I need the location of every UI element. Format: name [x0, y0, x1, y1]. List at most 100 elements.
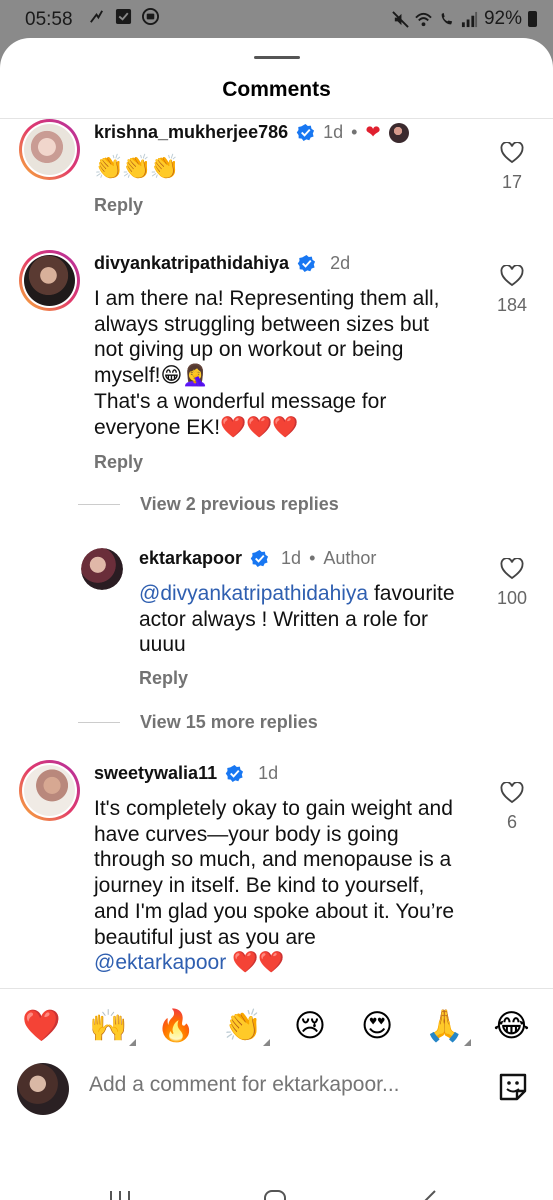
verified-badge-icon [225, 764, 244, 783]
emoji-pray[interactable]: 🙏 [421, 1010, 472, 1046]
username[interactable]: divyankatripathidahiya [94, 253, 289, 274]
reply-button[interactable]: Reply [139, 668, 188, 689]
verified-badge-icon [250, 549, 269, 568]
author-label: Author [323, 548, 377, 568]
comment-line: That's a wonderful message for [94, 389, 387, 413]
my-avatar [17, 1063, 69, 1115]
home-icon[interactable] [262, 1188, 288, 1200]
comment-item: sweetywalia11 1d It's completely okay to… [0, 760, 553, 989]
drag-handle[interactable] [254, 56, 300, 59]
comment-text: It's completely okay to gain weight and … [94, 796, 454, 976]
status-left-icons [88, 8, 159, 25]
back-icon[interactable] [420, 1188, 440, 1200]
comment-item: krishna_mukherjee786 1d • ❤ 👏👏👏 Reply 17 [0, 119, 553, 239]
quick-emoji-bar: ❤️ 🙌 🔥 👏 😢 😍 🙏 😂 [0, 988, 553, 1063]
system-nav-bar [0, 1168, 553, 1200]
wifi-call-icon [441, 12, 453, 24]
heart-outline-icon [500, 782, 524, 804]
like-button[interactable]: 17 [492, 142, 532, 193]
separator-dot: • [309, 548, 316, 568]
media-icon [142, 8, 159, 25]
avatar[interactable] [19, 119, 80, 180]
verified-badge-icon [297, 254, 316, 273]
like-count: 100 [496, 588, 528, 608]
comment-header: krishna_mukherjee786 1d • ❤ [94, 122, 409, 143]
comment-line: I am there na! Representing them all, [94, 287, 440, 310]
view-more-replies-label: View 15 more replies [140, 712, 318, 732]
reactor-avatar [388, 122, 409, 143]
comment-age: 1d [323, 122, 344, 142]
status-time: 05:58 [25, 9, 73, 30]
reply-item: ektarkapoor 1d • Author @divyankatripath… [0, 548, 553, 718]
divider-line [78, 722, 120, 723]
comment-input[interactable] [89, 1073, 469, 1097]
signal-icon [461, 11, 478, 27]
heart-outline-icon [500, 558, 524, 580]
username[interactable]: sweetywalia11 [94, 763, 217, 784]
comment-line: beautiful just as you are [94, 925, 316, 949]
reply-button[interactable]: Reply [94, 195, 143, 216]
comment-item: divyankatripathidahiya 2d I am there na!… [0, 250, 553, 490]
emoji-heart[interactable]: ❤️ [19, 1010, 65, 1042]
like-count: 184 [496, 295, 528, 315]
like-button[interactable]: 6 [492, 782, 532, 833]
comment-line: through so much, and menopause is a [94, 848, 452, 872]
emoji-laughing[interactable]: 😂 [488, 1010, 534, 1042]
comment-age: 2d [330, 253, 351, 273]
comment-list[interactable]: krishna_mukherjee786 1d • ❤ 👏👏👏 Reply 17… [0, 119, 553, 989]
reply-line: actor always ! Written a role for [139, 607, 429, 631]
reply-button[interactable]: Reply [94, 452, 143, 473]
reaction-heart: ❤ [365, 122, 381, 142]
comment-text: I am there na! Representing them all, al… [94, 286, 440, 440]
comment-header: divyankatripathidahiya 2d [94, 253, 350, 274]
heart-outline-icon [500, 142, 524, 164]
reply-text-part: favourite [368, 582, 455, 605]
comment-line: myself!😁🤦‍♀️ [94, 364, 209, 388]
mention-link[interactable]: @ektarkapoor [94, 951, 226, 974]
mention-link[interactable]: @divyankatripathidahiya [139, 582, 368, 605]
separator-dot: • [351, 122, 358, 142]
reply-age: 1d [281, 548, 302, 568]
status-right-icons: 92% [392, 8, 537, 30]
recents-icon[interactable] [108, 1188, 132, 1200]
comment-header: sweetywalia11 1d [94, 763, 278, 784]
view-more-replies[interactable]: View 15 more replies [78, 712, 318, 733]
username[interactable]: krishna_mukherjee786 [94, 122, 288, 143]
username[interactable]: ektarkapoor [139, 548, 242, 569]
emoji-fire[interactable]: 🔥 [153, 1010, 199, 1042]
reply-header: ektarkapoor 1d • Author [139, 548, 376, 569]
status-bar: 05:58 92% [0, 0, 553, 38]
like-button[interactable]: 184 [492, 265, 532, 316]
sticker-icon[interactable] [496, 1070, 530, 1104]
comment-age: 1d [258, 763, 279, 783]
emoji-clap[interactable]: 👏 [220, 1010, 270, 1046]
comments-sheet: Comments krishna_mukherjee786 1d • ❤ 👏👏👏… [0, 38, 553, 1200]
verified-badge-icon [296, 123, 315, 142]
comment-composer [0, 1060, 553, 1120]
like-count: 6 [506, 812, 517, 832]
emoji-raised-hands[interactable]: 🙌 [86, 1010, 136, 1046]
comment-text: 👏👏👏 [94, 153, 180, 181]
comment-line: and I'm glad you spoke about it. You’re [94, 899, 455, 923]
comment-line: journey in itself. Be kind to yourself, [94, 874, 425, 898]
emoji-heart-eyes[interactable]: 😍 [354, 1010, 400, 1042]
wifi-icon [415, 12, 432, 26]
heart-outline-icon [500, 265, 524, 287]
avatar[interactable] [19, 760, 80, 821]
divider-line [78, 504, 120, 505]
hearts: ❤️❤️ [232, 951, 285, 975]
battery-percentage: 92% [483, 8, 522, 29]
like-button[interactable]: 100 [492, 558, 532, 609]
view-previous-replies-label: View 2 previous replies [140, 494, 339, 514]
comment-line: It's completely okay to gain weight and [94, 797, 453, 820]
comment-line: everyone EK!❤️❤️❤️ [94, 415, 299, 439]
comment-line: not giving up on workout or being [94, 338, 404, 362]
battery-icon [528, 11, 537, 27]
reply-text: @divyankatripathidahiya favourite actor … [139, 581, 455, 658]
sheet-title: Comments [222, 78, 331, 101]
avatar[interactable] [81, 548, 123, 590]
view-previous-replies[interactable]: View 2 previous replies [78, 494, 339, 515]
activity-icon [90, 10, 103, 23]
emoji-crying[interactable]: 😢 [287, 1010, 333, 1042]
avatar[interactable] [19, 250, 80, 311]
